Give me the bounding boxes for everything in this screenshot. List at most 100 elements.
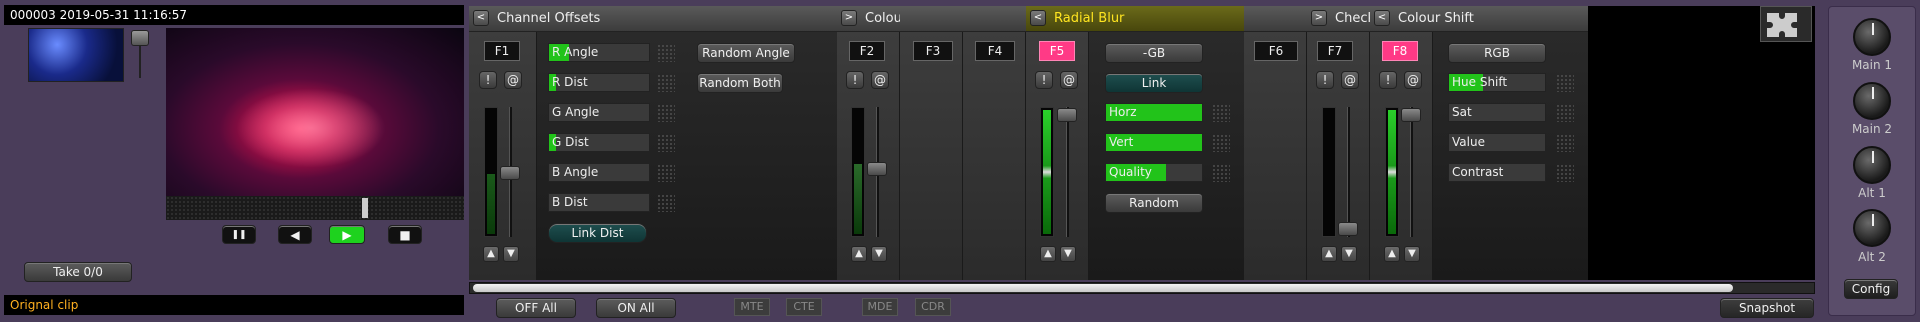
param-contrast[interactable]: Contrast [1448,163,1546,182]
param-vert-handle[interactable] [1212,134,1230,152]
collapse-channel-offsets-button[interactable]: < [473,10,489,26]
thumbnail-slider-handle[interactable] [131,30,149,46]
f3-key[interactable]: F3 [913,41,953,61]
param-horz[interactable]: Horz [1105,103,1203,122]
expand-check-button[interactable]: > [1311,10,1327,26]
param-r-angle-handle[interactable] [657,44,675,62]
param-sat-handle[interactable] [1556,104,1574,122]
param-r-dist-handle[interactable] [657,74,675,92]
play-button[interactable]: ▶ [329,225,365,244]
f1-at-button[interactable]: @ [504,71,522,89]
clip-name-bar: Orignal clip [4,295,464,315]
f1-bang-button[interactable]: ! [479,71,497,89]
f2-key[interactable]: F2 [849,41,885,61]
param-contrast-handle[interactable] [1556,164,1574,182]
param-sat[interactable]: Sat [1448,103,1546,122]
param-b-dist[interactable]: B Dist [548,193,650,212]
f1-fader[interactable] [500,166,520,180]
link-dist-button[interactable]: Link Dist [548,223,647,243]
rgb-button[interactable]: RGB [1448,43,1546,63]
f2-at-button[interactable]: @ [871,71,889,89]
f5-bang-button[interactable]: ! [1035,71,1053,89]
f8-key[interactable]: F8 [1382,41,1418,61]
collapse-radial-blur-button[interactable]: < [1030,10,1046,26]
param-quality-handle[interactable] [1212,164,1230,182]
rack-scrollbar-thumb[interactable] [473,284,1733,292]
scrub-handle[interactable] [362,198,368,218]
scrub-bar[interactable] [166,196,464,220]
f8-level-meter [1385,107,1399,237]
param-value-handle[interactable] [1556,134,1574,152]
f8-bang-button[interactable]: ! [1379,71,1397,89]
param-value[interactable]: Value [1448,133,1546,152]
param-b-dist-handle[interactable] [657,194,675,212]
f7-down-button[interactable]: ▼ [1341,246,1357,262]
pause-button[interactable]: ❚❚ [222,225,256,244]
timestamp-bar: 000003 2019-05-31 11:16:57 [4,5,464,25]
take-button[interactable]: Take 0/0 [24,262,132,282]
alt-2-knob[interactable] [1853,209,1891,247]
video-preview [166,28,464,196]
rack-scrollbar-track[interactable] [469,282,1815,294]
puzzle-icon[interactable] [1760,6,1812,42]
f1-key[interactable]: F1 [484,41,520,61]
config-button[interactable]: Config [1844,279,1898,299]
f4-strip [963,32,1026,280]
param-b-angle-handle[interactable] [657,164,675,182]
f2-bang-button[interactable]: ! [846,71,864,89]
param-vert[interactable]: Vert [1105,133,1203,152]
main-1-knob[interactable] [1853,18,1891,56]
param-horz-handle[interactable] [1212,104,1230,122]
off-all-button[interactable]: OFF All [496,298,576,318]
f7-bang-button[interactable]: ! [1316,71,1334,89]
param-g-dist-handle[interactable] [657,134,675,152]
f7-at-button[interactable]: @ [1341,71,1359,89]
f5-fader[interactable] [1057,108,1077,122]
f8-fader[interactable] [1401,108,1421,122]
on-all-button[interactable]: ON All [596,298,676,318]
param-g-dist[interactable]: G Dist [548,133,650,152]
param-g-angle-handle[interactable] [657,104,675,122]
mte-button[interactable]: MTE [734,298,770,316]
random-both-button[interactable]: Random Both [697,73,783,93]
f2-down-button[interactable]: ▼ [871,246,887,262]
param-hue-shift[interactable]: Hue Shift [1448,73,1546,92]
f5-key[interactable]: F5 [1039,41,1075,61]
param-r-dist[interactable]: R Dist [548,73,650,92]
param-hue-shift-handle[interactable] [1556,74,1574,92]
f1-up-button[interactable]: ▲ [483,246,499,262]
f5-at-button[interactable]: @ [1060,71,1078,89]
param-r-angle[interactable]: R Angle [548,43,650,62]
collapse-colour-shift-button[interactable]: < [1374,10,1390,26]
mde-button[interactable]: MDE [862,298,898,316]
thumbnail[interactable] [28,28,124,82]
link-button[interactable]: Link [1105,73,1203,93]
f7-fader[interactable] [1338,222,1358,236]
snapshot-button[interactable]: Snapshot [1720,298,1814,318]
f1-down-button[interactable]: ▼ [503,246,519,262]
f2-fader[interactable] [867,162,887,176]
alt-1-knob[interactable] [1853,146,1891,184]
f4-key[interactable]: F4 [975,41,1015,61]
random-button[interactable]: Random [1105,193,1203,213]
main-2-knob[interactable] [1853,82,1891,120]
expand-colour-button[interactable]: > [841,10,857,26]
f8-down-button[interactable]: ▼ [1404,246,1420,262]
cdr-button[interactable]: CDR [915,298,951,316]
f2-up-button[interactable]: ▲ [851,246,867,262]
f5-up-button[interactable]: ▲ [1040,246,1056,262]
f8-at-button[interactable]: @ [1404,71,1422,89]
f5-down-button[interactable]: ▼ [1060,246,1076,262]
stop-button[interactable]: ■ [388,225,422,244]
f7-key[interactable]: F7 [1317,41,1353,61]
f6-key[interactable]: F6 [1254,41,1298,61]
f7-up-button[interactable]: ▲ [1321,246,1337,262]
cte-button[interactable]: CTE [786,298,822,316]
f8-up-button[interactable]: ▲ [1384,246,1400,262]
gb-button[interactable]: -GB [1105,43,1203,63]
param-g-angle[interactable]: G Angle [548,103,650,122]
random-angle-button[interactable]: Random Angle [697,43,795,63]
param-quality[interactable]: Quality [1105,163,1203,182]
param-b-angle[interactable]: B Angle [548,163,650,182]
back-button[interactable]: ◀ [278,225,312,244]
